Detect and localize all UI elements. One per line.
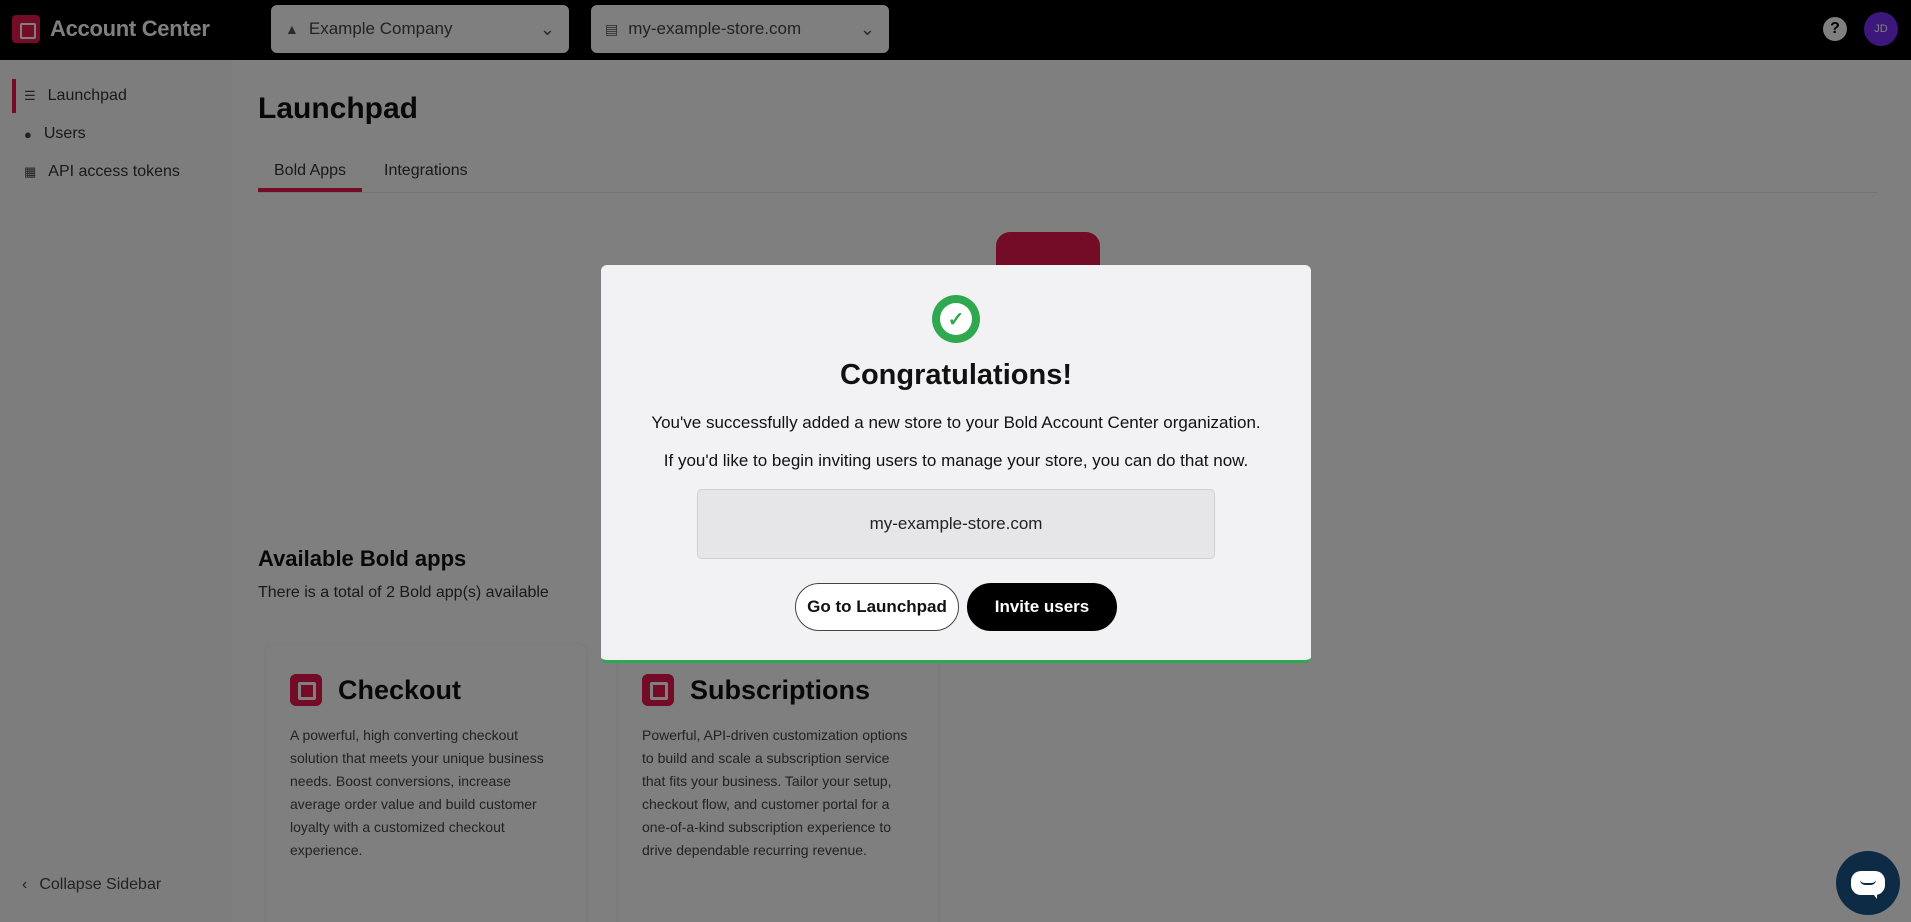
store-name-field: my-example-store.com (697, 489, 1215, 559)
invite-users-button[interactable]: Invite users (967, 583, 1117, 631)
success-check-icon: ✓ (932, 295, 980, 343)
success-modal: ✓ Congratulations! You've successfully a… (601, 265, 1311, 663)
modal-invite-message: If you'd like to begin inviting users to… (663, 451, 1249, 470)
modal-message: You've successfully added a new store to… (651, 413, 1261, 432)
modal-title: Congratulations! (840, 359, 1072, 391)
chat-icon (1851, 871, 1885, 899)
chat-launcher-button[interactable] (1836, 851, 1900, 915)
go-to-launchpad-button[interactable]: Go to Launchpad (795, 583, 959, 631)
